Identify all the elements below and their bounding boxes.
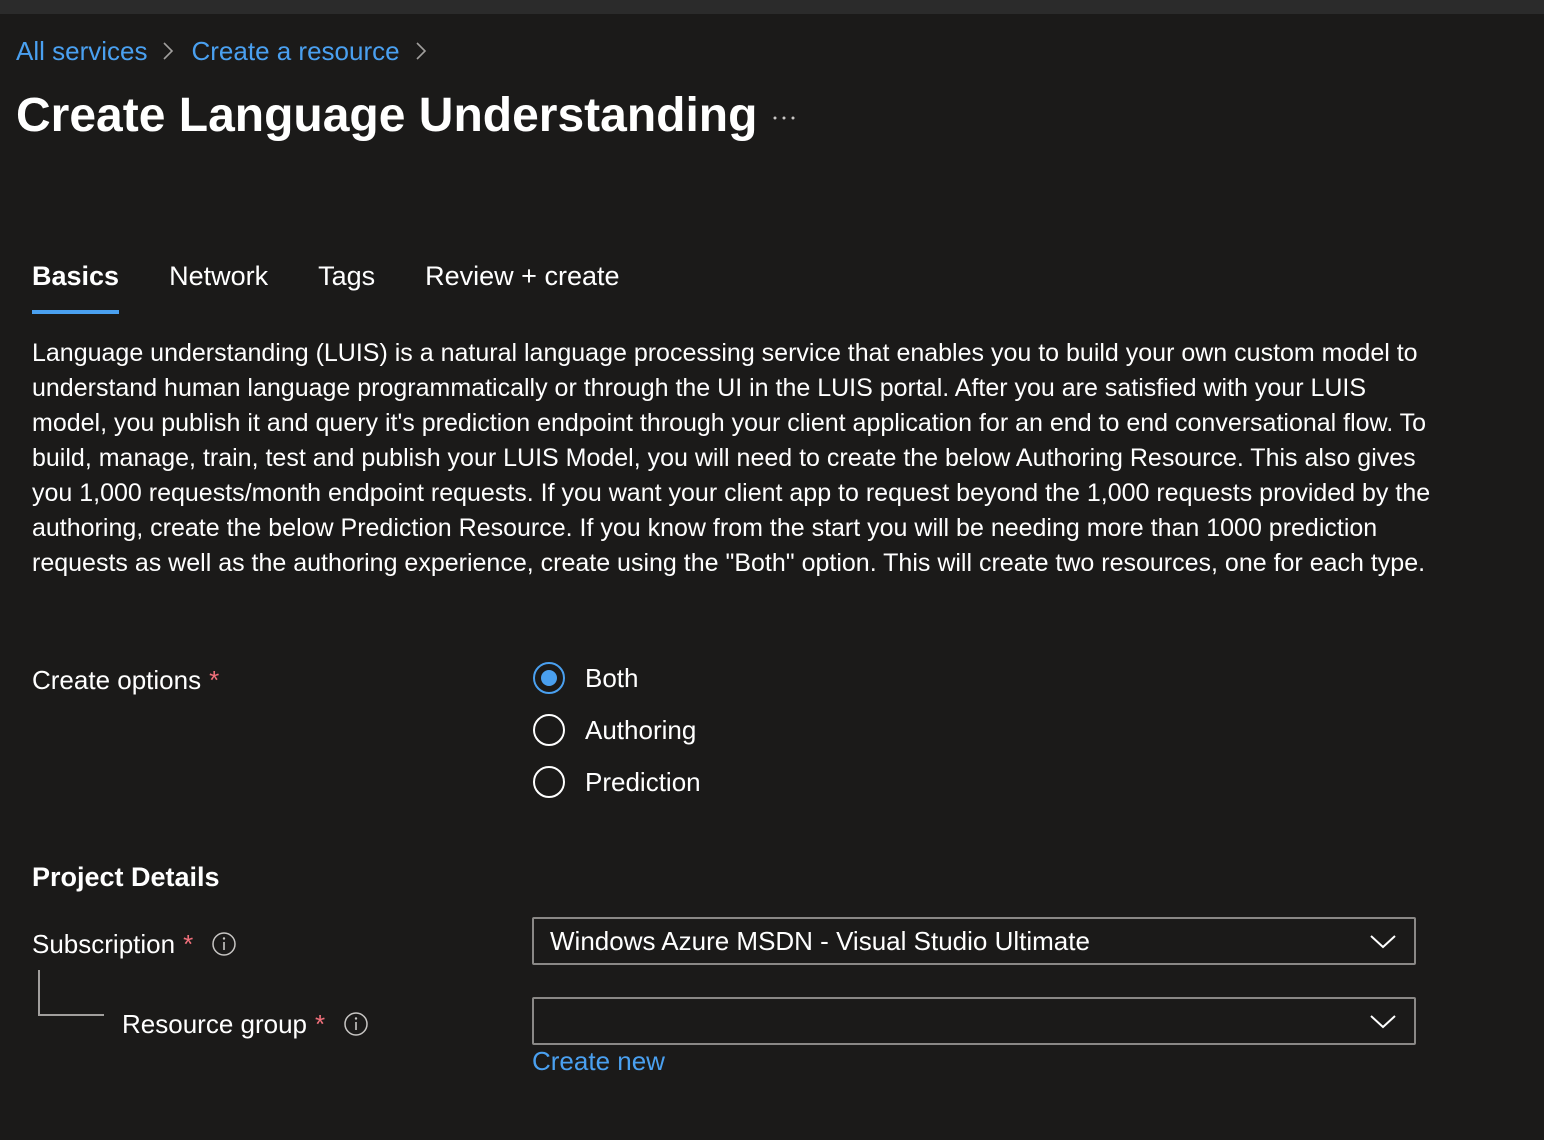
radio-selected-dot (541, 670, 557, 686)
description-text: Language understanding (LUIS) is a natur… (32, 339, 1431, 577)
ellipsis-icon (773, 116, 795, 120)
project-details-heading: Project Details (32, 862, 220, 892)
hierarchy-connector (38, 970, 104, 1016)
required-marker: * (183, 928, 194, 959)
chevron-down-icon (1370, 935, 1396, 949)
resource-group-dropdown[interactable] (532, 997, 1416, 1045)
chevron-down-icon (1370, 1015, 1396, 1029)
create-new-resource-group-link[interactable]: Create new (532, 1046, 665, 1077)
resource-group-label: Resource group * (122, 1004, 369, 1044)
create-options-label-text: Create options (32, 664, 202, 695)
top-bar (0, 0, 1544, 14)
radio-option-both[interactable]: Both (533, 652, 701, 704)
chevron-right-icon (155, 32, 183, 70)
radio-option-authoring[interactable]: Authoring (533, 704, 701, 756)
radio-option-prediction[interactable]: Prediction (533, 756, 701, 808)
radio-label-both: Both (585, 662, 639, 693)
breadcrumb: All services Create a resource (16, 32, 444, 70)
breadcrumb-create-a-resource[interactable]: Create a resource (191, 36, 399, 67)
tab-basics[interactable]: Basics (32, 256, 120, 314)
tab-network[interactable]: Network (169, 256, 268, 310)
chevron-right-icon (408, 32, 436, 70)
subscription-dropdown-value: Windows Azure MSDN - Visual Studio Ultim… (550, 925, 1090, 956)
subscription-label-text: Subscription (32, 928, 176, 959)
required-marker: * (315, 1008, 326, 1039)
create-options-radio-group: Both Authoring Prediction (533, 652, 701, 808)
radio-button-both[interactable] (533, 662, 565, 694)
info-icon[interactable] (343, 1011, 369, 1037)
subscription-label: Subscription * (32, 924, 237, 964)
subscription-dropdown[interactable]: Windows Azure MSDN - Visual Studio Ultim… (532, 917, 1416, 965)
create-options-label: Create options * (32, 660, 219, 700)
radio-label-prediction: Prediction (585, 766, 701, 797)
required-marker: * (209, 664, 220, 695)
tab-bar: Basics Network Tags Review + create (32, 256, 670, 314)
tab-review-create[interactable]: Review + create (425, 256, 619, 310)
page-title: Create Language Understanding (16, 89, 758, 142)
breadcrumb-all-services[interactable]: All services (16, 36, 147, 67)
radio-button-prediction[interactable] (533, 766, 565, 798)
radio-button-authoring[interactable] (533, 714, 565, 746)
resource-group-label-text: Resource group (122, 1008, 307, 1039)
tab-tags[interactable]: Tags (318, 256, 375, 310)
more-options-button[interactable] (766, 100, 802, 136)
info-icon[interactable] (211, 931, 237, 957)
radio-label-authoring: Authoring (585, 714, 697, 745)
